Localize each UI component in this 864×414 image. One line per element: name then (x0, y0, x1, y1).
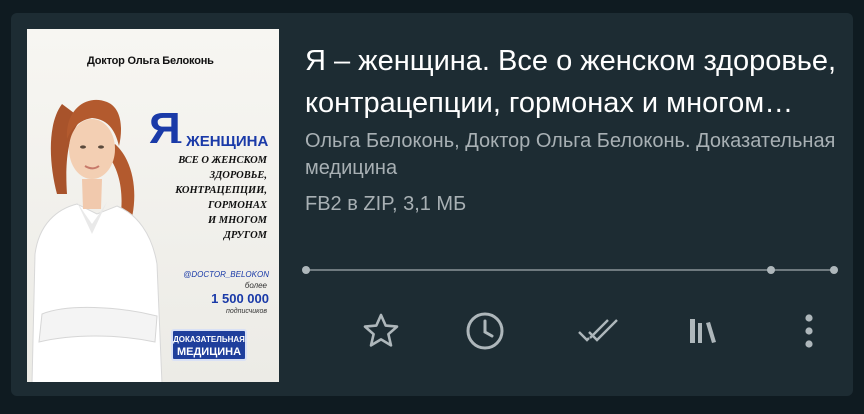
star-icon (363, 313, 399, 347)
cover-title-word: - ЖЕНЩИНА (177, 133, 269, 150)
book-cover[interactable]: Доктор Ольга Белоконь Я - ЖЕНЩИНА ВСЕ О … (27, 29, 279, 382)
book-authors: Ольга Белоконь, Доктор Ольга Белоконь. Д… (305, 130, 836, 179)
cover-badge-line1: ДОКАЗАТЕЛЬНАЯ (173, 335, 245, 344)
cover-author: Доктор Ольга Белоконь (87, 55, 214, 67)
more-options-button[interactable] (787, 309, 831, 353)
library-icon (690, 319, 716, 343)
cover-subscriber-count: 1 500 000 (211, 291, 269, 306)
mark-read-button[interactable] (577, 309, 621, 353)
action-bar (351, 309, 831, 353)
double-check-icon (578, 319, 618, 342)
cover-subscribers-label: подписчиков (226, 308, 267, 315)
cover-handle: @DOCTOR_BELOKON (183, 270, 269, 279)
book-format: FB2 в ZIP, 3,1 МБ (305, 193, 467, 215)
cover-badge: ДОКАЗАТЕЛЬНАЯ МЕДИЦИНА (171, 329, 247, 361)
add-to-shelf-button[interactable] (681, 309, 725, 353)
screen: Доктор Ольга Белоконь Я - ЖЕНЩИНА ВСЕ О … (0, 0, 864, 414)
cover-more-label: более (244, 281, 267, 290)
favorite-button[interactable] (359, 309, 403, 353)
reading-progress (302, 266, 838, 274)
progress-position-marker (766, 266, 775, 274)
book-card[interactable]: Доктор Ольга Белоконь Я - ЖЕНЩИНА ВСЕ О … (11, 13, 853, 396)
cover-badge-line2: МЕДИЦИНА (176, 346, 242, 358)
progress-start-marker (302, 266, 310, 274)
cover-title-letter: Я (149, 104, 181, 153)
progress-end-marker (830, 266, 838, 274)
book-title[interactable]: Я – женщина. Все о женском здоровье, кон… (305, 40, 840, 124)
cover-subtitle: ВСЕ О ЖЕНСКОМ ЗДОРОВЬЕ, КОНТРАЦЕПЦИИ, ГО… (175, 155, 267, 241)
clock-icon (466, 312, 504, 350)
more-vertical-icon (805, 314, 813, 348)
history-button[interactable] (463, 309, 507, 353)
